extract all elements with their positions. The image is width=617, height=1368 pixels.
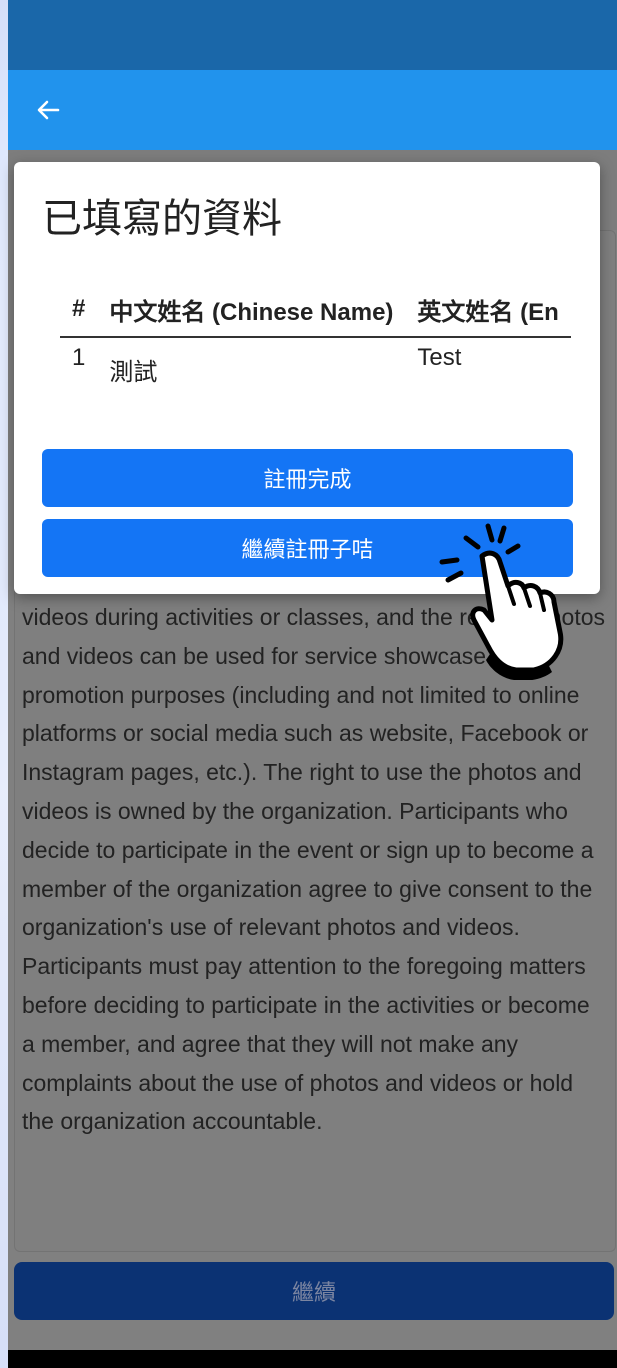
- column-header-english-name: 英文姓名 (En: [405, 282, 571, 338]
- register-complete-button[interactable]: 註冊完成: [42, 449, 573, 507]
- cell-english-name: Test: [405, 337, 571, 402]
- data-table: # 中文姓名 (Chinese Name) 英文姓名 (En 1 測試 Test: [60, 282, 571, 402]
- back-arrow-icon[interactable]: [34, 96, 62, 124]
- table-row: 1 測試 Test: [60, 337, 571, 402]
- column-header-index: #: [60, 282, 98, 338]
- column-header-chinese-name: 中文姓名 (Chinese Name): [97, 282, 406, 338]
- cell-index: 1: [60, 337, 98, 402]
- table-header-row: # 中文姓名 (Chinese Name) 英文姓名 (En: [60, 282, 571, 338]
- navigation-bar: [8, 1350, 617, 1368]
- continue-button[interactable]: 繼續: [14, 1262, 614, 1320]
- hand-pointer-icon: [430, 520, 590, 681]
- dialog-title: 已填寫的資料: [42, 196, 282, 242]
- cell-chinese-name: 測試: [97, 337, 406, 402]
- data-table-scroll[interactable]: # 中文姓名 (Chinese Name) 英文姓名 (En 1 測試 Test: [60, 282, 580, 402]
- status-bar: [8, 0, 617, 70]
- app-bar: [8, 70, 617, 150]
